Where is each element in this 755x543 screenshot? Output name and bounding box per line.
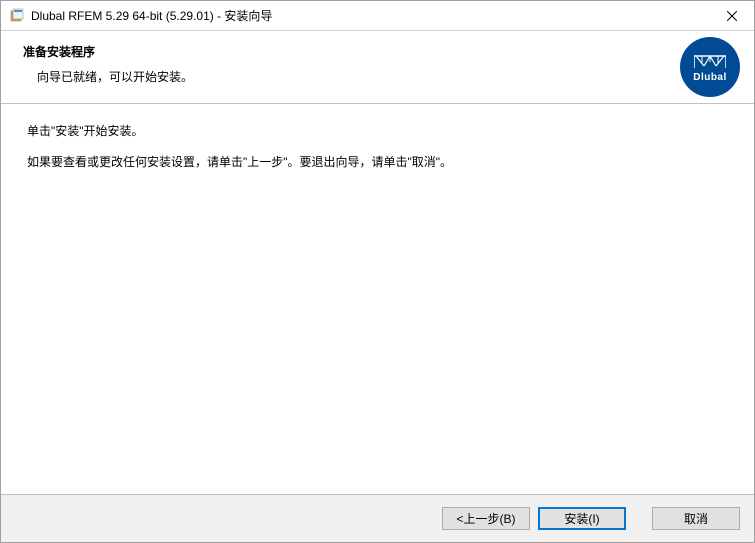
back-button[interactable]: <上一步(B) — [442, 507, 530, 530]
dlubal-logo: Dlubal — [680, 37, 740, 97]
content-panel: 单击"安装"开始安装。 如果要查看或更改任何安装设置，请单击"上一步"。要退出向… — [1, 104, 754, 494]
button-panel: <上一步(B) 安装(I) 取消 — [1, 494, 754, 542]
content-instruction-1: 单击"安装"开始安装。 — [27, 122, 728, 139]
bridge-icon — [694, 52, 726, 70]
header-text: 准备安装程序 向导已就绪，可以开始安装。 — [23, 43, 754, 85]
header-title: 准备安装程序 — [23, 43, 754, 60]
close-button[interactable] — [709, 1, 754, 30]
titlebar: Dlubal RFEM 5.29 64-bit (5.29.01) - 安装向导 — [1, 1, 754, 31]
window-title: Dlubal RFEM 5.29 64-bit (5.29.01) - 安装向导 — [31, 7, 709, 24]
app-icon — [9, 8, 25, 24]
installer-window: Dlubal RFEM 5.29 64-bit (5.29.01) - 安装向导… — [0, 0, 755, 543]
logo-text: Dlubal — [693, 72, 727, 83]
install-button[interactable]: 安装(I) — [538, 507, 626, 530]
nav-button-group: <上一步(B) 安装(I) — [442, 507, 626, 530]
cancel-button[interactable]: 取消 — [652, 507, 740, 530]
header-subtitle: 向导已就绪，可以开始安装。 — [23, 68, 754, 85]
header-panel: 准备安装程序 向导已就绪，可以开始安装。 Dlubal — [1, 31, 754, 104]
content-instruction-2: 如果要查看或更改任何安装设置，请单击"上一步"。要退出向导，请单击"取消"。 — [27, 153, 728, 170]
